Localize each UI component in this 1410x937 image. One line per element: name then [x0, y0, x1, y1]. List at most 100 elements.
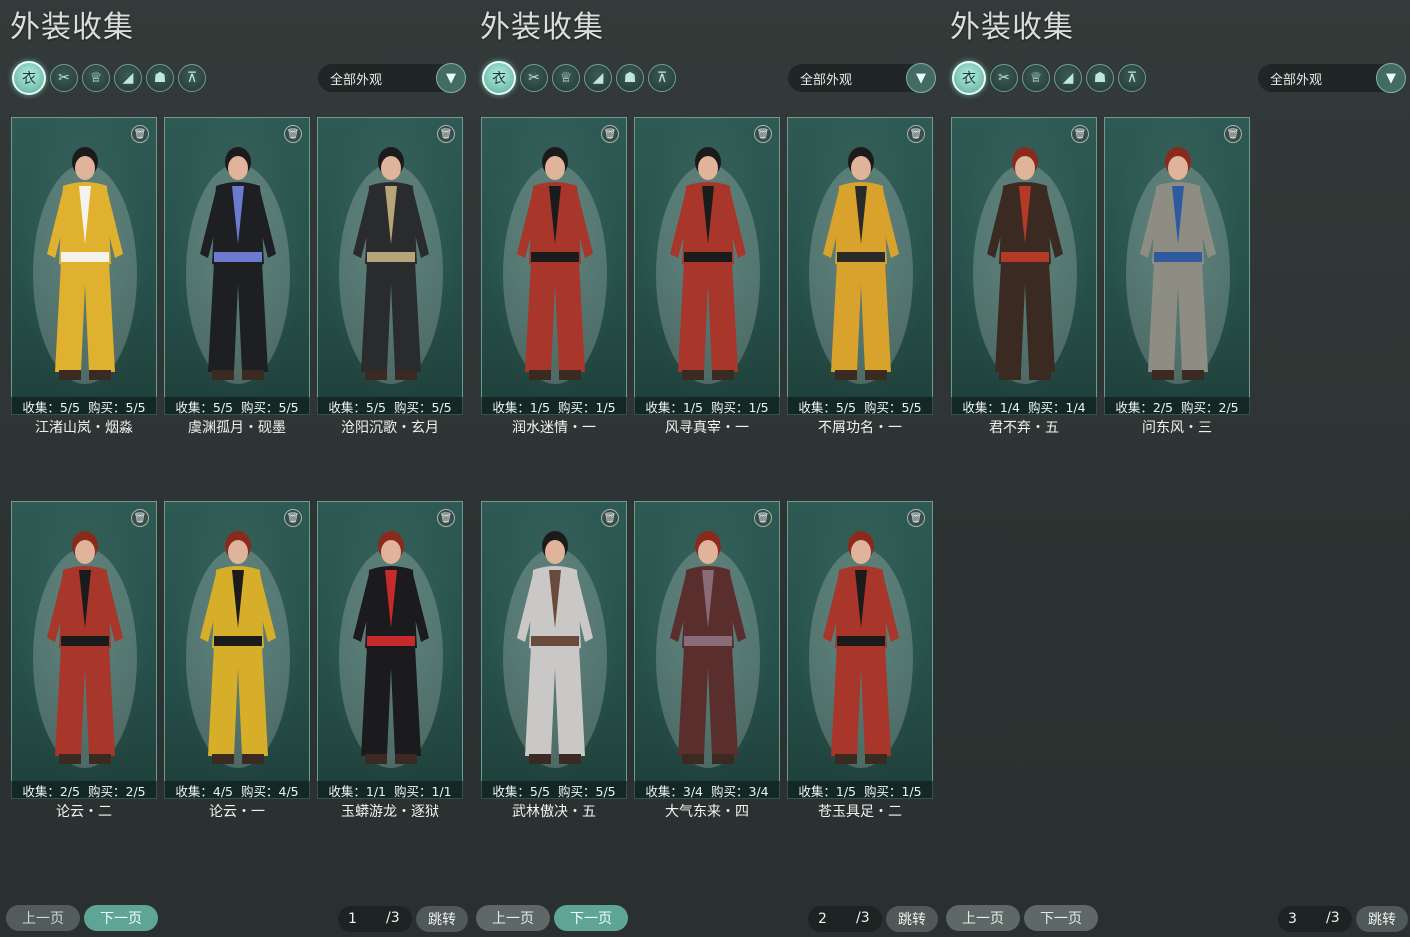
filter-label: 全部外观: [800, 72, 853, 88]
outfit-card[interactable]: 🗑 收集：1/5 购买：1/5 润水迷情・一: [481, 117, 627, 436]
page-input[interactable]: [808, 906, 856, 932]
outfit-card[interactable]: 🗑 收集：5/5 购买：5/5 沧阳沉歌・玄月: [317, 117, 463, 436]
page-total: /3: [856, 910, 870, 926]
outfit-card[interactable]: 🗑 收集：1/5 购买：1/5 苍玉具足・二: [787, 501, 933, 820]
top-icon[interactable]: ♕: [1022, 64, 1050, 92]
outfit-card[interactable]: 🗑 收集：5/5 购买：5/5 武林傲决・五: [481, 501, 627, 820]
trash-icon[interactable]: 🗑: [284, 509, 302, 527]
pants-icon[interactable]: ⊼: [1118, 64, 1146, 92]
trash-icon[interactable]: 🗑: [907, 125, 925, 143]
pants-icon[interactable]: ⊼: [648, 64, 676, 92]
page-input[interactable]: [1278, 906, 1326, 932]
character-figure: [33, 147, 137, 384]
hair-icon[interactable]: ✂: [990, 64, 1018, 92]
next-page-button[interactable]: 下一页: [1024, 905, 1098, 931]
mask-icon[interactable]: ☗: [146, 64, 174, 92]
mask-icon[interactable]: ☗: [616, 64, 644, 92]
appearance-filter-dropdown[interactable]: 全部外观 ▼: [1258, 63, 1406, 93]
prev-page-button[interactable]: 上一页: [6, 905, 80, 931]
mask-icon[interactable]: ☗: [1086, 64, 1114, 92]
hair-icon[interactable]: ✂: [520, 64, 548, 92]
outfit-card[interactable]: 🗑 收集：5/5 购买：5/5 江渚山岚・烟淼: [11, 117, 157, 436]
outfit-card[interactable]: 🗑 收集：3/4 购买：3/4 大气东来・四: [634, 501, 780, 820]
next-page-button[interactable]: 下一页: [554, 905, 628, 931]
trash-icon[interactable]: 🗑: [284, 125, 302, 143]
outfit-icon[interactable]: 衣: [952, 61, 986, 95]
hair-icon[interactable]: ✂: [50, 64, 78, 92]
outfit-name: 风寻真宰・一: [665, 420, 749, 436]
shoes-icon[interactable]: ◢: [114, 64, 142, 92]
trash-icon[interactable]: 🗑: [131, 125, 149, 143]
panel-title: 外装收集: [10, 10, 134, 45]
outfit-icon[interactable]: 衣: [12, 61, 46, 95]
trash-icon[interactable]: 🗑: [754, 125, 772, 143]
card-stats: 收集：4/5 购买：4/5: [164, 781, 310, 799]
trash-icon[interactable]: 🗑: [1224, 125, 1242, 143]
chevron-down-icon[interactable]: ▼: [906, 63, 936, 93]
top-icon[interactable]: ♕: [82, 64, 110, 92]
shoes-icon[interactable]: ◢: [584, 64, 612, 92]
trash-icon[interactable]: 🗑: [1071, 125, 1089, 143]
card-frame: [164, 117, 310, 415]
outfit-icon[interactable]: 衣: [482, 61, 516, 95]
collect-count: 收集：5/5: [22, 399, 80, 415]
buy-count: 购买：3/4: [711, 783, 769, 799]
outfit-card[interactable]: 🗑 收集：1/5 购买：1/5 风寻真宰・一: [634, 117, 780, 436]
collect-count: 收集：2/5: [1115, 399, 1173, 415]
outfit-card[interactable]: 🗑 收集：2/5 购买：2/5 论云・二: [11, 501, 157, 820]
trash-icon[interactable]: 🗑: [437, 125, 455, 143]
trash-icon[interactable]: 🗑: [907, 509, 925, 527]
card-stats: 收集：1/5 购买：1/5: [634, 397, 780, 415]
trash-icon[interactable]: 🗑: [601, 509, 619, 527]
outfit-name: 苍玉具足・二: [818, 804, 902, 820]
trash-icon[interactable]: 🗑: [601, 125, 619, 143]
jump-button[interactable]: 跳转: [1356, 906, 1408, 932]
outfit-name: 江渚山岚・烟淼: [35, 420, 133, 436]
trash-icon[interactable]: 🗑: [437, 509, 455, 527]
top-icon[interactable]: ♕: [552, 64, 580, 92]
character-figure: [809, 147, 913, 384]
outfit-card[interactable]: 🗑 收集：5/5 购买：5/5 虞渊孤月・砚墨: [164, 117, 310, 436]
trash-icon[interactable]: 🗑: [754, 509, 772, 527]
filter-label: 全部外观: [330, 72, 383, 88]
card-frame: [11, 501, 157, 799]
character-figure: [1126, 147, 1230, 384]
outfit-name: 润水迷情・一: [512, 420, 596, 436]
collect-count: 收集：1/4: [962, 399, 1020, 415]
card-frame: [634, 117, 780, 415]
pants-icon[interactable]: ⊼: [178, 64, 206, 92]
outfit-card[interactable]: 🗑 收集：1/1 购买：1/1 玉蟒游龙・逐狱: [317, 501, 463, 820]
card-frame: [481, 501, 627, 799]
collection-panel-3: 外装收集 衣 ✂ ♕ ◢ ☗ ⊼ 全部外观 ▼ �: [940, 0, 1410, 937]
prev-page-button[interactable]: 上一页: [946, 905, 1020, 931]
chevron-down-icon[interactable]: ▼: [1376, 63, 1406, 93]
card-frame: [787, 501, 933, 799]
page-indicator: /3: [808, 906, 882, 932]
outfit-name: 论云・一: [209, 804, 265, 820]
page-input[interactable]: [338, 906, 386, 932]
next-page-button[interactable]: 下一页: [84, 905, 158, 931]
jump-button[interactable]: 跳转: [416, 906, 468, 932]
outfit-card[interactable]: 🗑 收集：2/5 购买：2/5 问东风・三: [1104, 117, 1250, 436]
character-figure: [33, 531, 137, 768]
outfit-card[interactable]: 🗑 收集：4/5 购买：4/5 论云・一: [164, 501, 310, 820]
prev-page-button[interactable]: 上一页: [476, 905, 550, 931]
outfit-card[interactable]: 🗑 收集：5/5 购买：5/5 不屑功名・一: [787, 117, 933, 436]
card-stats: 收集：3/4 购买：3/4: [634, 781, 780, 799]
appearance-filter-dropdown[interactable]: 全部外观 ▼: [318, 63, 466, 93]
card-stats: 收集：5/5 购买：5/5: [164, 397, 310, 415]
collect-count: 收集：5/5: [492, 783, 550, 799]
collect-count: 收集：3/4: [645, 783, 703, 799]
outfit-card[interactable]: 🗑 收集：1/4 购买：1/4 君不弃・五: [951, 117, 1097, 436]
card-stats: 收集：1/1 购买：1/1: [317, 781, 463, 799]
jump-button[interactable]: 跳转: [886, 906, 938, 932]
buy-count: 购买：5/5: [864, 399, 922, 415]
shoes-icon[interactable]: ◢: [1054, 64, 1082, 92]
trash-icon[interactable]: 🗑: [131, 509, 149, 527]
appearance-filter-dropdown[interactable]: 全部外观 ▼: [788, 63, 936, 93]
page-indicator: /3: [1278, 906, 1352, 932]
buy-count: 购买：2/5: [88, 783, 146, 799]
page-total: /3: [386, 910, 400, 926]
card-stats: 收集：2/5 购买：2/5: [11, 781, 157, 799]
chevron-down-icon[interactable]: ▼: [436, 63, 466, 93]
